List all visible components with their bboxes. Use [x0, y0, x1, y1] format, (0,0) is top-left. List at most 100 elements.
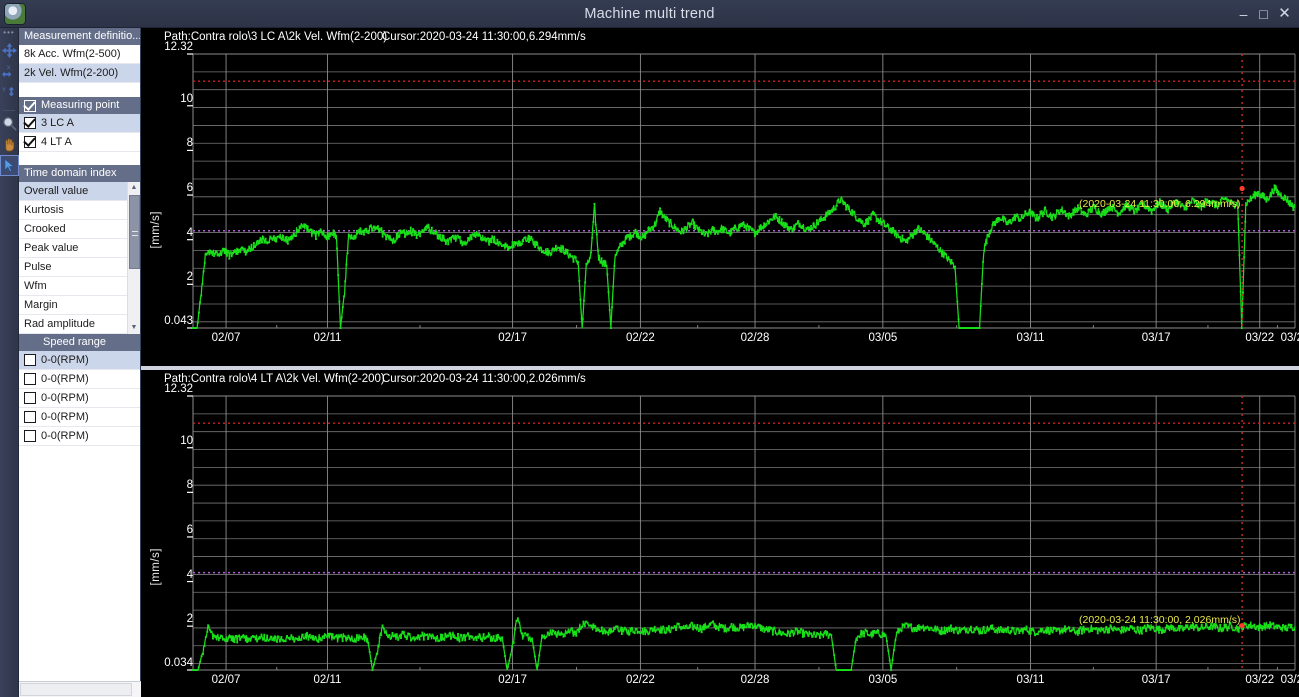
chart-path-label-bottom: Path:Contra rolo\4 LT A\2k Vel. Wfm(2-20… [164, 373, 385, 385]
sidebar-item-speed-range-4[interactable]: 0-0(RPM) [19, 408, 140, 427]
y-axis-ticks-top: 12.32 10 8 6 4 2 0.043 [141, 41, 193, 346]
checkbox-speed-range-5[interactable] [24, 430, 36, 442]
sidebar-item-margin[interactable]: Margin [19, 296, 140, 315]
x-axis-zoom-tool[interactable]: X [0, 61, 19, 82]
x-tick: 02/22 [626, 332, 655, 344]
chart-header-bottom: Path:Contra rolo\4 LT A\2k Vel. Wfm(2-20… [141, 370, 1299, 388]
checkbox-4-lt-a[interactable] [24, 136, 36, 148]
x-tick: 03/11 [1016, 332, 1045, 344]
x-tick: 03/05 [868, 332, 898, 344]
svg-text:X: X [7, 66, 11, 72]
sidebar-item-rad-amplitude[interactable]: Rad amplitude [19, 315, 140, 334]
chart-cursor-label-top: Cursor:2020-03-24 11:30:00,6.294mm/s [382, 31, 586, 43]
pan-move-tool[interactable] [0, 40, 19, 61]
toolbar-grip[interactable]: ••• [0, 28, 18, 40]
tool-strip: ••• X Y [0, 28, 19, 697]
sidebar-gap-1 [19, 83, 140, 97]
sidebar-item-peak-value[interactable]: Peak value [19, 239, 140, 258]
checkbox-3-lc-a[interactable] [24, 117, 36, 129]
speed-range-2-label: 0-0(RPM) [41, 373, 89, 385]
measuring-point-header-checkbox[interactable] [24, 100, 36, 112]
y-tick: 0.043 [164, 315, 193, 327]
plot-canvas-top[interactable] [141, 46, 1299, 346]
x-tick: 02/11 [313, 332, 342, 344]
magnifier-tool[interactable] [0, 113, 19, 134]
y-tick: 4 [186, 568, 193, 581]
y-tick: 6 [186, 523, 193, 536]
sidebar-item-2k-vel[interactable]: 2k Vel. Wfm(2-200) [19, 64, 140, 83]
sidebar-item-speed-range-5[interactable]: 0-0(RPM) [19, 427, 140, 446]
measurement-definition-header: Measurement definitio... [19, 28, 140, 45]
y-tick: 2 [186, 613, 193, 626]
pointer-tool[interactable] [0, 155, 19, 176]
speed-range-header: Speed range [19, 334, 140, 351]
sidebar-item-kurtosis[interactable]: Kurtosis [19, 201, 140, 220]
x-tick: 02/07 [211, 332, 241, 344]
y-axis-zoom-tool[interactable]: Y [0, 82, 19, 103]
x-tick: 02/22 [626, 674, 655, 686]
title-bar: Machine multi trend – □ ✕ [0, 0, 1299, 28]
sidebar-gap-2 [19, 152, 140, 165]
x-tick: 02/28 [740, 674, 770, 686]
cursor-annotation-bottom: (2020-03-24 11:30:00, 2.026mm/s) [1079, 614, 1241, 626]
plot-canvas-bottom[interactable] [141, 388, 1299, 678]
cursor-annotation-top: (2020-03-24 11:30:00, 6.294mm/s) [1079, 198, 1241, 210]
speed-range-4-label: 0-0(RPM) [41, 411, 89, 423]
x-tick: 03/22 [1245, 674, 1275, 686]
sidebar-item-pulse[interactable]: Pulse [19, 258, 140, 277]
sidebar-horizontal-scrollbar[interactable] [19, 681, 160, 697]
checkbox-speed-range-3[interactable] [24, 392, 36, 404]
y-tick: 10 [180, 434, 193, 447]
speed-range-5-label: 0-0(RPM) [41, 430, 89, 442]
sidebar-item-overall-value[interactable]: Overall value [19, 182, 140, 201]
sidebar-item-speed-range-2[interactable]: 0-0(RPM) [19, 370, 140, 389]
measuring-point-header[interactable]: Measuring point [19, 97, 140, 114]
sidebar-item-3-lc-a[interactable]: 3 LC A [19, 114, 140, 133]
sidebar: Measurement definitio... 8k Acc. Wfm(2-5… [19, 28, 160, 697]
sidebar-item-speed-range-3[interactable]: 0-0(RPM) [19, 389, 140, 408]
minimize-button[interactable]: – [1235, 6, 1252, 22]
y-tick: 4 [186, 226, 193, 239]
sidebar-empty-area [19, 484, 140, 697]
window-title: Machine multi trend [584, 6, 715, 22]
scrollbar-thumb[interactable] [129, 195, 140, 269]
chart-path-label-top: Path:Contra rolo\3 LC A\2k Vel. Wfm(2-20… [164, 31, 388, 43]
time-domain-index-scrollbar[interactable]: ▲ ▼ [127, 182, 140, 334]
y-tick: 12.32 [164, 383, 193, 395]
scroll-down-icon[interactable]: ▼ [128, 322, 140, 334]
checkbox-speed-range-2[interactable] [24, 373, 36, 385]
close-button[interactable]: ✕ [1276, 6, 1293, 22]
y-tick: 0.034 [164, 657, 193, 669]
trend-chart-3-lc-a[interactable]: Path:Contra rolo\3 LC A\2k Vel. Wfm(2-20… [141, 28, 1299, 366]
plot-wrapper-top[interactable]: [mm/s] 12.32 10 8 6 4 2 0.043 (2020-03-2… [141, 41, 1299, 346]
svg-text:Y: Y [2, 88, 6, 94]
y-tick: 8 [186, 137, 193, 150]
sidebar-item-4-lt-a[interactable]: 4 LT A [19, 133, 140, 152]
hand-tool[interactable] [0, 134, 19, 155]
measuring-point-header-label: Measuring point [41, 99, 120, 111]
x-tick: 03/17 [1141, 332, 1171, 344]
plot-wrapper-bottom[interactable]: [mm/s] 12.32 10 8 6 4 2 0.034 (2020-03-2… [141, 383, 1299, 686]
sidebar-item-crooked[interactable]: Crooked [19, 220, 140, 239]
x-tick: 03/25 [1280, 332, 1299, 344]
checkbox-speed-range-1[interactable] [24, 354, 36, 366]
time-domain-index-header: Time domain index [19, 165, 140, 182]
scroll-up-icon[interactable]: ▲ [128, 182, 140, 194]
x-tick: 02/28 [740, 332, 770, 344]
y-tick: 12.32 [164, 41, 193, 53]
y-axis-ticks-bottom: 12.32 10 8 6 4 2 0.034 [141, 383, 193, 688]
time-domain-index-list[interactable]: Overall value Kurtosis Crooked Peak valu… [19, 182, 140, 334]
y-tick: 6 [186, 182, 193, 195]
horizontal-scrollbar-thumb[interactable] [20, 683, 132, 696]
sidebar-item-8k-acc[interactable]: 8k Acc. Wfm(2-500) [19, 45, 140, 64]
checkbox-speed-range-4[interactable] [24, 411, 36, 423]
speed-range-1-label: 0-0(RPM) [41, 354, 89, 366]
speed-range-3-label: 0-0(RPM) [41, 392, 89, 404]
trend-chart-4-lt-a[interactable]: Path:Contra rolo\4 LT A\2k Vel. Wfm(2-20… [141, 370, 1299, 697]
y-tick: 10 [180, 92, 193, 105]
sidebar-item-speed-range-1[interactable]: 0-0(RPM) [19, 351, 140, 370]
x-tick: 03/17 [1141, 674, 1171, 686]
sidebar-item-wfm[interactable]: Wfm [19, 277, 140, 296]
chart-header-top: Path:Contra rolo\3 LC A\2k Vel. Wfm(2-20… [141, 28, 1299, 46]
maximize-button[interactable]: □ [1255, 6, 1272, 22]
